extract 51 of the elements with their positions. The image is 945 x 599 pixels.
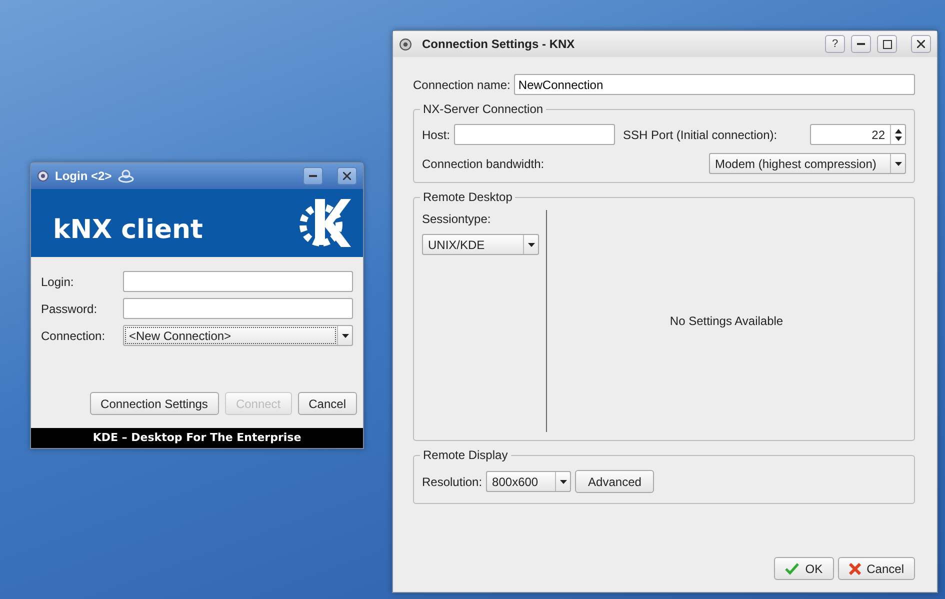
dropdown-arrow-icon: [894, 162, 902, 166]
maximize-button[interactable]: [877, 35, 897, 53]
footer-text: KDE – Desktop For The Enterprise: [31, 428, 363, 448]
input-field[interactable]: [454, 124, 616, 145]
close-icon: [917, 40, 925, 48]
cross-icon: [848, 562, 861, 574]
dropdown-arrow-icon: [528, 242, 534, 246]
spin-arrows-icon: [894, 128, 902, 140]
dropdown-arrow-icon: [342, 334, 348, 338]
close-button[interactable]: [911, 35, 931, 53]
app-icon: [37, 170, 49, 182]
app-icon: [399, 38, 412, 50]
advanced-button[interactable]: Advanced: [575, 470, 654, 493]
close-icon: [343, 172, 351, 180]
maximize-icon: [882, 40, 892, 48]
message-text: No Settings Available: [670, 313, 784, 330]
dialog-button[interactable]: Connection Settings: [90, 392, 219, 415]
field-label: Login:: [41, 274, 75, 290]
field-label: Host:: [422, 126, 450, 144]
field-label: Password:: [41, 300, 98, 318]
bandwidth-dropdown[interactable]: Modem (highest compression): [709, 153, 906, 174]
input-field[interactable]: [123, 271, 353, 292]
session-type-dropdown[interactable]: UNIX/KDE: [422, 234, 539, 255]
checkmark-icon: [785, 562, 800, 574]
group-title: Remote Display: [420, 448, 511, 463]
group-title: Remote Desktop: [420, 190, 516, 205]
window-title: Connection Settings - KNX: [422, 36, 575, 53]
input-field[interactable]: [123, 298, 353, 319]
field-label: Connection bandwidth:: [422, 156, 544, 172]
minimize-button[interactable]: [851, 35, 871, 53]
minimize-button[interactable]: [303, 167, 323, 185]
dialog-button[interactable]: Cancel: [838, 557, 915, 580]
window-title: Login <2>: [55, 168, 112, 185]
field-label: Sessiontype:: [422, 211, 492, 228]
dropdown-arrow-icon: [560, 480, 567, 484]
dialog-button[interactable]: Cancel: [298, 392, 357, 415]
swirl-icon: [118, 169, 134, 183]
field-label: Resolution:: [422, 474, 482, 490]
minimize-icon: [309, 175, 317, 177]
help-button[interactable]: ?: [825, 35, 845, 53]
spin-box[interactable]: 22: [810, 124, 906, 145]
field-label: SSH Port (Initial connection):: [623, 126, 778, 144]
input-field[interactable]: NewConnection: [514, 74, 915, 95]
connection-dropdown[interactable]: <New Connection>: [123, 325, 353, 346]
resolution-dropdown[interactable]: 800x600: [486, 471, 572, 492]
field-label: Connection:: [41, 328, 106, 344]
dialog-button[interactable]: OK: [774, 557, 834, 580]
close-button[interactable]: [337, 167, 357, 185]
minimize-icon: [857, 43, 865, 45]
field-label: Connection name:: [413, 76, 510, 94]
banner-title: kNX client: [53, 214, 203, 246]
